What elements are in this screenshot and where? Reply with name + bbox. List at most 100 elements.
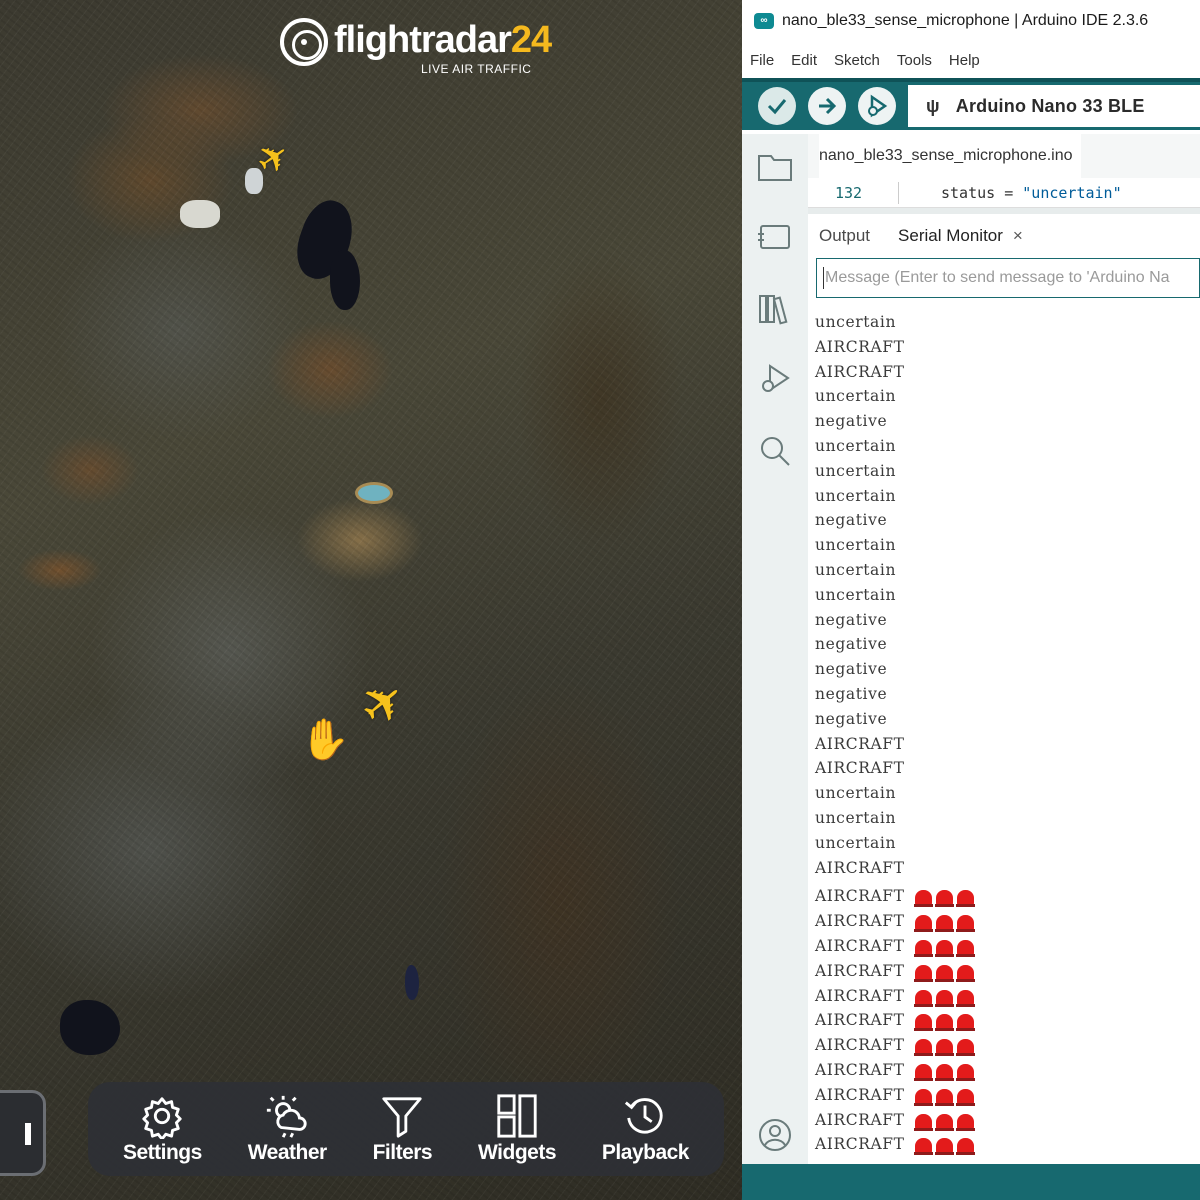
- siren-icon: [934, 1014, 954, 1032]
- siren-icon: [913, 940, 933, 958]
- text-caret: [823, 267, 824, 289]
- reservoir: [330, 250, 360, 310]
- menu-sketch[interactable]: Sketch: [834, 52, 880, 69]
- serial-line-alarm: AIRCRAFT: [815, 959, 1200, 984]
- siren-icon: [934, 915, 954, 933]
- bottom-toolbar: Settings Weather Filters Widgets Playbac…: [88, 1082, 724, 1176]
- widgets-label: Widgets: [478, 1141, 557, 1164]
- verify-button[interactable]: [758, 87, 796, 125]
- siren-icon: [934, 1113, 954, 1131]
- folder-icon[interactable]: [756, 148, 794, 186]
- serial-line-text: AIRCRAFT: [815, 1110, 905, 1129]
- widgets-button[interactable]: Widgets: [478, 1093, 557, 1165]
- close-icon[interactable]: ×: [1013, 226, 1023, 245]
- status-bar: [742, 1164, 1200, 1200]
- alarm-group: [913, 885, 978, 910]
- serial-line-alarm: AIRCRAFT: [815, 984, 1200, 1009]
- serial-line: uncertain: [815, 461, 897, 480]
- menu-bar: File Edit Sketch Tools Help: [742, 42, 1200, 78]
- weather-label: Weather: [247, 1141, 327, 1164]
- serial-line: AIRCRAFT: [815, 759, 905, 778]
- hand-cursor-icon: ✋: [300, 718, 350, 762]
- serial-line-text: AIRCRAFT: [815, 1036, 905, 1055]
- siren-icon: [913, 1014, 933, 1032]
- debug-sidebar-icon[interactable]: [756, 360, 794, 398]
- tab-serial-label: Serial Monitor: [898, 226, 1003, 245]
- serial-line-alarm: AIRCRAFT: [815, 1108, 1200, 1133]
- side-panel-tab[interactable]: [0, 1090, 46, 1176]
- serial-line: uncertain: [815, 536, 897, 555]
- quarry-pond: [355, 482, 393, 504]
- filter-icon: [382, 1097, 423, 1138]
- gear-icon: [142, 1097, 183, 1139]
- tab-serial-monitor[interactable]: Serial Monitor ×: [898, 226, 1023, 246]
- serial-line: uncertain: [815, 387, 897, 406]
- ide-sidebar: [742, 134, 808, 1164]
- siren-icon: [955, 1138, 975, 1156]
- code-string: "uncertain": [1022, 183, 1122, 202]
- settings-button[interactable]: Settings: [123, 1093, 202, 1165]
- window-title: nano_ble33_sense_microphone | Arduino ID…: [782, 12, 1149, 29]
- serial-line-text: AIRCRAFT: [815, 961, 905, 980]
- serial-line: negative: [815, 635, 888, 654]
- serial-line: negative: [815, 684, 888, 703]
- tab-output[interactable]: Output: [819, 226, 870, 246]
- settings-label: Settings: [122, 1141, 202, 1164]
- brand-word: flightradar: [334, 19, 512, 61]
- alarm-group: [913, 1108, 978, 1133]
- check-icon: [767, 99, 787, 115]
- serial-line: AIRCRAFT: [815, 362, 905, 381]
- brand-number: 24: [510, 19, 552, 61]
- playback-button[interactable]: Playback: [601, 1093, 690, 1165]
- upload-button[interactable]: [808, 87, 846, 125]
- siren-icon: [955, 1113, 975, 1131]
- siren-icon: [913, 1113, 933, 1131]
- menu-tools[interactable]: Tools: [897, 52, 932, 69]
- profile-icon[interactable]: [756, 1116, 794, 1154]
- serial-line-text: AIRCRAFT: [815, 1060, 905, 1079]
- file-tab[interactable]: nano_ble33_sense_microphone.ino: [819, 134, 1081, 178]
- menu-edit[interactable]: Edit: [791, 52, 817, 69]
- siren-icon: [913, 964, 933, 982]
- siren-icon: [955, 915, 975, 933]
- filters-button[interactable]: Filters: [373, 1093, 433, 1165]
- serial-line-text: AIRCRAFT: [815, 1011, 905, 1030]
- brand-tagline: LIVE AIR TRAFFIC: [421, 62, 532, 76]
- menu-file[interactable]: File: [750, 52, 774, 69]
- serial-line: uncertain: [815, 808, 897, 827]
- line-number: 132: [835, 183, 863, 202]
- siren-icon: [934, 989, 954, 1007]
- serial-line-alarm: AIRCRAFT: [815, 1008, 1200, 1033]
- flight-map[interactable]: flightradar24 LIVE AIR TRAFFIC ✈ ✈ ✋ Set…: [0, 0, 742, 1200]
- siren-icon: [913, 915, 933, 933]
- menu-help[interactable]: Help: [949, 52, 980, 69]
- reservoir: [405, 965, 419, 1000]
- search-icon[interactable]: [756, 432, 794, 470]
- siren-icon: [913, 1138, 933, 1156]
- playback-label: Playback: [601, 1141, 690, 1164]
- editor-area: nano_ble33_sense_microphone.ino 132 stat…: [808, 134, 1200, 1164]
- serial-line-alarm: AIRCRAFT: [815, 909, 1200, 934]
- alarm-group: [913, 1083, 978, 1108]
- serial-line-alarm: AIRCRAFT: [815, 1058, 1200, 1083]
- debug-button[interactable]: [858, 87, 896, 125]
- serial-line: negative: [815, 412, 888, 431]
- serial-line: uncertain: [815, 784, 897, 803]
- siren-icon: [955, 1088, 975, 1106]
- serial-line-text: AIRCRAFT: [815, 1085, 905, 1104]
- serial-line-text: AIRCRAFT: [815, 986, 905, 1005]
- panel-tabs: Output Serial Monitor ×: [808, 208, 1200, 258]
- serial-output: uncertain AIRCRAFT AIRCRAFT uncertain negati…: [808, 298, 1200, 1157]
- serial-message-input[interactable]: Message (Enter to send message to 'Ardui…: [816, 258, 1200, 298]
- weather-button[interactable]: Weather: [248, 1093, 327, 1165]
- arduino-ide-window: ∞ nano_ble33_sense_microphone | Arduino …: [742, 0, 1200, 1200]
- library-icon[interactable]: [756, 290, 794, 328]
- weather-icon: [267, 1095, 307, 1138]
- board-manager-icon[interactable]: [756, 218, 794, 256]
- siren-icon: [913, 890, 933, 908]
- board-selector[interactable]: ψ Arduino Nano 33 BLE: [908, 85, 1200, 127]
- serial-line: AIRCRAFT: [815, 858, 905, 877]
- siren-icon: [913, 989, 933, 1007]
- arduino-logo-icon: ∞: [754, 13, 774, 29]
- code-line[interactable]: 132 status = "uncertain": [808, 178, 1200, 208]
